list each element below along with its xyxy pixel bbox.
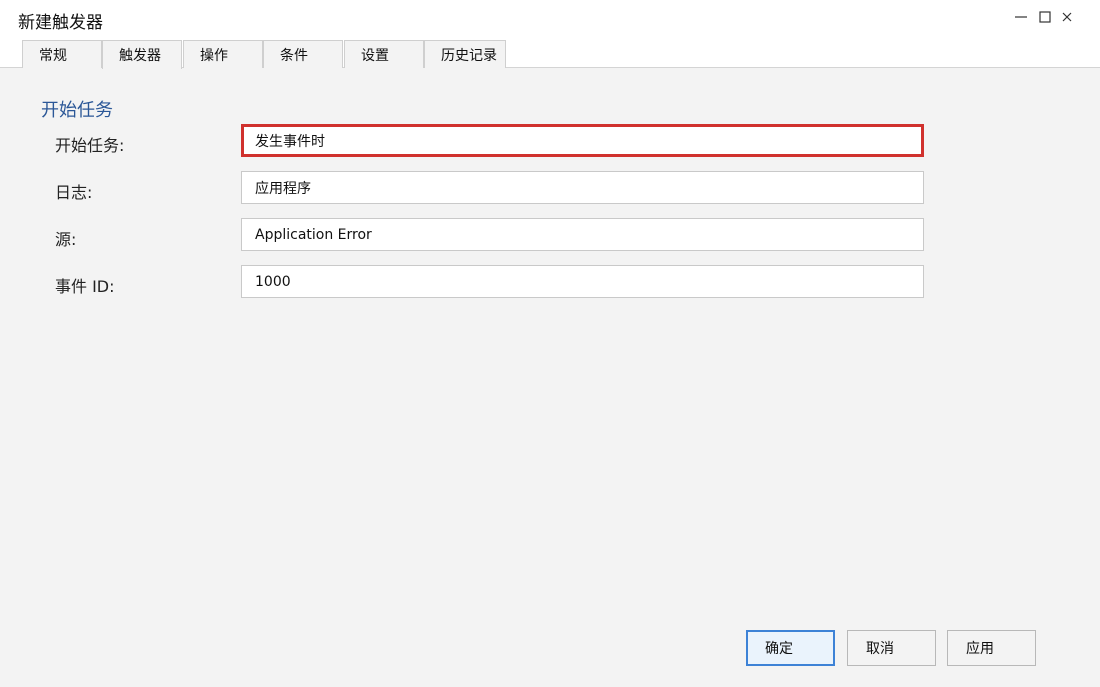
- log-label: 日志:: [55, 183, 93, 202]
- source-field[interactable]: Application Error: [241, 218, 924, 251]
- minimize-icon: [1015, 16, 1027, 18]
- window-title: 新建触发器: [18, 13, 103, 33]
- log-field[interactable]: 应用程序: [241, 171, 924, 204]
- cancel-button[interactable]: 取消: [847, 630, 936, 666]
- tab-general[interactable]: 常规: [22, 40, 102, 68]
- tab-triggers[interactable]: 触发器: [102, 40, 182, 69]
- section-title: 开始任务: [41, 100, 113, 121]
- begin-task-label: 开始任务:: [55, 136, 125, 155]
- tab-strip: 常规 触发器 操作 条件 设置 历史记录: [0, 36, 1100, 69]
- tab-history[interactable]: 历史记录: [424, 40, 506, 68]
- tab-actions[interactable]: 操作: [183, 40, 263, 68]
- event-id-label: 事件 ID:: [55, 277, 115, 296]
- tab-settings[interactable]: 设置: [344, 40, 424, 68]
- new-trigger-dialog: 新建触发器 常规 触发器 操作 条件 设置 历史记录 开始任务 开始任务: 发生…: [0, 0, 1100, 687]
- maximize-icon: [1039, 11, 1051, 23]
- minimize-button[interactable]: [1008, 4, 1034, 30]
- close-button[interactable]: [1054, 4, 1080, 30]
- ok-button[interactable]: 确定: [746, 630, 835, 666]
- title-bar: 新建触发器: [0, 0, 1100, 36]
- source-label: 源:: [55, 230, 77, 249]
- tab-conditions[interactable]: 条件: [263, 40, 343, 68]
- event-id-field[interactable]: 1000: [241, 265, 924, 298]
- apply-button[interactable]: 应用: [947, 630, 1036, 666]
- close-icon: [1062, 12, 1072, 22]
- begin-task-select[interactable]: 发生事件时: [241, 124, 924, 157]
